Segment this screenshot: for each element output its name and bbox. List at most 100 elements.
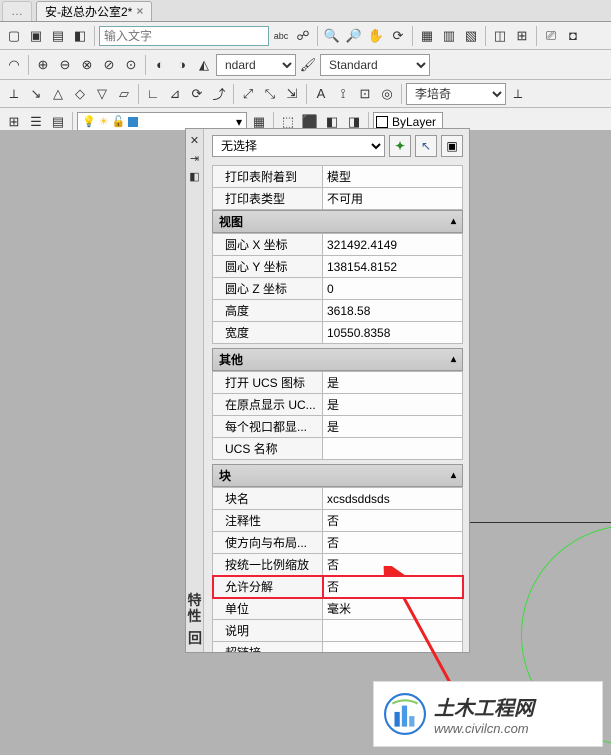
orbit-icon[interactable]: ⟳: [388, 26, 408, 46]
tool-icon[interactable]: ◭: [194, 55, 214, 75]
tool-icon[interactable]: ◎: [377, 84, 397, 104]
pin-icon[interactable]: ⇥: [188, 151, 202, 165]
sun-icon: ☀: [99, 115, 109, 128]
prop-row[interactable]: 圆心 Y 坐标138154.8152: [213, 256, 463, 278]
prop-row[interactable]: 每个视口都显...是: [213, 416, 463, 438]
quick-select-button[interactable]: ✦: [389, 135, 411, 157]
dimstyle-select[interactable]: 李培奇: [406, 83, 506, 105]
prop-row[interactable]: 高度3618.58: [213, 300, 463, 322]
tool-icon[interactable]: ⤴: [209, 84, 229, 104]
watermark-url: www.civilcn.com: [434, 721, 534, 736]
brush-icon[interactable]: 🖌: [298, 55, 318, 75]
drawing-line: [470, 522, 611, 523]
tool-icon[interactable]: ☰: [26, 112, 46, 132]
tool-icon[interactable]: ⊖: [55, 55, 75, 75]
tool-icon[interactable]: ⟂: [508, 84, 528, 104]
tool-icon[interactable]: ◑: [172, 55, 192, 75]
prop-row[interactable]: 宽度10550.8358: [213, 322, 463, 344]
tool-icon[interactable]: ⟂: [4, 84, 24, 104]
tool-icon[interactable]: ◧: [70, 26, 90, 46]
tool-icon[interactable]: ⊗: [77, 55, 97, 75]
toggle-pickadd-button[interactable]: ▣: [441, 135, 463, 157]
tab-ghost[interactable]: …: [2, 1, 32, 21]
tool-icon[interactable]: ▥: [439, 26, 459, 46]
group-header-block[interactable]: 块▴: [212, 464, 463, 487]
prop-row[interactable]: 单位毫米: [213, 598, 463, 620]
command-input[interactable]: [99, 26, 269, 46]
tool-icon[interactable]: ⊿: [165, 84, 185, 104]
prop-row[interactable]: 打开 UCS 图标是: [213, 372, 463, 394]
tool-icon[interactable]: ◠: [4, 55, 24, 75]
pan-icon[interactable]: ✋: [366, 26, 386, 46]
prop-row[interactable]: 圆心 Z 坐标0: [213, 278, 463, 300]
color-swatch: [376, 116, 388, 128]
tool-icon[interactable]: A: [311, 84, 331, 104]
tool-icon[interactable]: ▱: [114, 84, 134, 104]
prop-row[interactable]: 按统一比例缩放否: [213, 554, 463, 576]
tool-icon[interactable]: ▽: [92, 84, 112, 104]
prop-row[interactable]: 注释性否: [213, 510, 463, 532]
selection-filter[interactable]: 无选择: [212, 135, 385, 157]
menu-icon[interactable]: ◧: [188, 169, 202, 183]
tool-icon[interactable]: ◫: [490, 26, 510, 46]
tool-icon[interactable]: ⊙: [121, 55, 141, 75]
tool-icon[interactable]: ☍: [293, 26, 313, 46]
collapse-icon: ▴: [451, 354, 456, 365]
tool-icon[interactable]: ⤢: [238, 84, 258, 104]
tool-icon[interactable]: ▤: [48, 26, 68, 46]
property-group-other: 打开 UCS 图标是 在原点显示 UC...是 每个视口都显...是 UCS 名…: [212, 371, 463, 460]
style-select-1[interactable]: ndard: [216, 54, 296, 76]
tool-icon[interactable]: ⎚: [541, 26, 561, 46]
tool-icon[interactable]: ◘: [563, 26, 583, 46]
style-select-2[interactable]: Standard: [320, 54, 430, 76]
tool-icon[interactable]: ∟: [143, 84, 163, 104]
tool-icon[interactable]: 🔎: [344, 26, 364, 46]
tool-icon[interactable]: ⊡: [355, 84, 375, 104]
watermark-title: 土木工程网: [434, 692, 534, 721]
group-header-other[interactable]: 其他▴: [212, 348, 463, 371]
tool-icon[interactable]: ◐: [150, 55, 170, 75]
tool-icon[interactable]: ⊕: [33, 55, 53, 75]
close-icon[interactable]: ×: [136, 4, 143, 18]
tool-icon[interactable]: ↘: [26, 84, 46, 104]
group-header-view[interactable]: 视图▴: [212, 210, 463, 233]
tool-icon[interactable]: ⊞: [512, 26, 532, 46]
close-icon[interactable]: ✕: [188, 133, 202, 147]
tool-icon[interactable]: ▤: [48, 112, 68, 132]
prop-row[interactable]: 在原点显示 UC...是: [213, 394, 463, 416]
tool-icon[interactable]: ▢: [4, 26, 24, 46]
prop-row[interactable]: 说明: [213, 620, 463, 642]
design-center-icon[interactable]: 回: [188, 628, 201, 648]
prop-row[interactable]: 块名xcsdsddsds: [213, 488, 463, 510]
tool-icon[interactable]: ⟳: [187, 84, 207, 104]
chevron-down-icon: ▾: [236, 115, 242, 129]
tool-icon[interactable]: ⟟: [333, 84, 353, 104]
prop-row[interactable]: 打印表类型不可用: [213, 188, 463, 210]
abc-icon[interactable]: abc: [271, 26, 291, 46]
layer-color-swatch: [128, 117, 138, 127]
prop-row[interactable]: 使方向与布局...否: [213, 532, 463, 554]
document-tab-active[interactable]: 安-赵总办公室2* ×: [36, 1, 152, 21]
property-group-plot: 打印表附着到模型 打印表类型不可用: [212, 165, 463, 210]
tool-icon[interactable]: ▣: [26, 26, 46, 46]
prop-row-allow-explode[interactable]: 允许分解否: [213, 576, 463, 598]
properties-palette: ✕ ⇥ ◧ 特 性 回 无选择 ✦ ↖ ▣ 打印表附着到模型 打印表类型不可用: [185, 128, 470, 653]
tool-icon[interactable]: ⤡: [260, 84, 280, 104]
prop-row[interactable]: 圆心 X 坐标321492.4149: [213, 234, 463, 256]
toolbar-row-3: ⟂ ↘ △ ◇ ▽ ▱ ∟ ⊿ ⟳ ⤴ ⤢ ⤡ ⇲ A ⟟ ⊡ ◎ 李培奇 ⟂: [0, 80, 611, 108]
tool-icon[interactable]: ▦: [417, 26, 437, 46]
tool-icon[interactable]: ⇲: [282, 84, 302, 104]
select-objects-button[interactable]: ↖: [415, 135, 437, 157]
tool-icon[interactable]: 🔍: [322, 26, 342, 46]
tool-icon[interactable]: ⊘: [99, 55, 119, 75]
tool-icon[interactable]: △: [48, 84, 68, 104]
tool-icon[interactable]: ⊞: [4, 112, 24, 132]
property-group-block: 块名xcsdsddsds 注释性否 使方向与布局...否 按统一比例缩放否 允许…: [212, 487, 463, 652]
tool-icon[interactable]: ◇: [70, 84, 90, 104]
prop-row[interactable]: UCS 名称: [213, 438, 463, 460]
tool-icon[interactable]: ▧: [461, 26, 481, 46]
prop-row[interactable]: 超链接: [213, 642, 463, 653]
property-group-view: 圆心 X 坐标321492.4149 圆心 Y 坐标138154.8152 圆心…: [212, 233, 463, 344]
prop-row[interactable]: 打印表附着到模型: [213, 166, 463, 188]
lightbulb-icon: 💡: [82, 115, 96, 128]
